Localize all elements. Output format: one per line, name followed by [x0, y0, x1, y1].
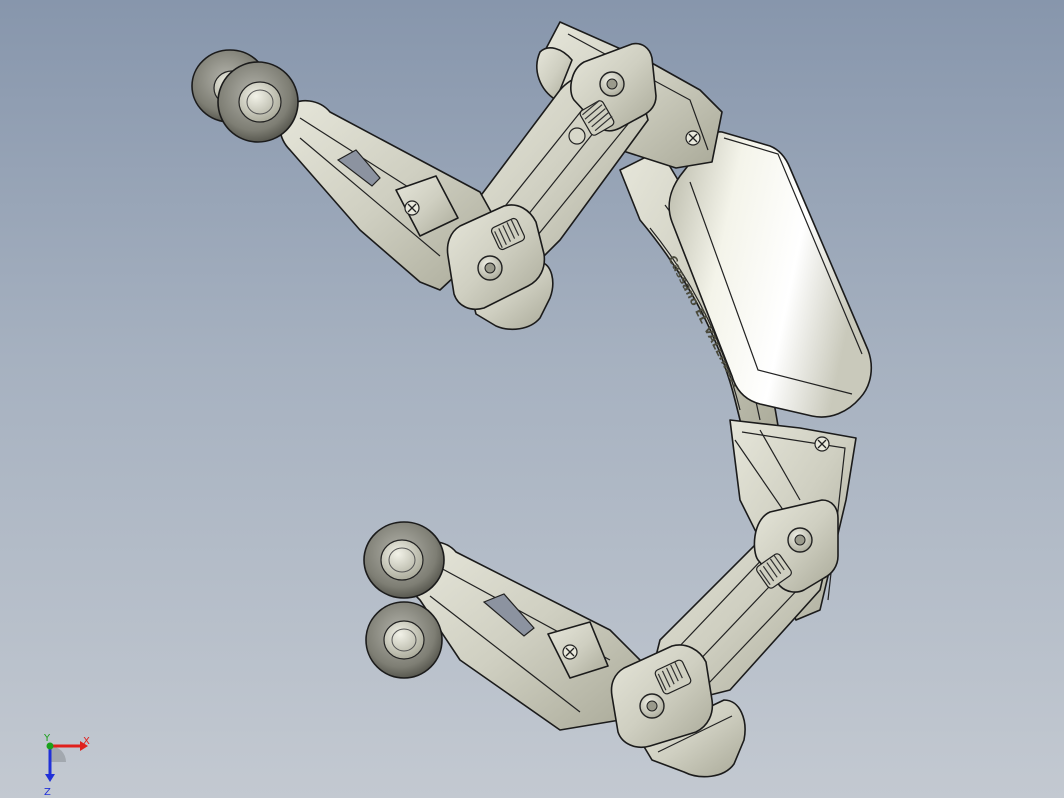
lower-upper-wheel[interactable]	[363, 521, 445, 599]
model-view[interactable]: Cassano EL VALLINATI X Y Z	[0, 0, 1064, 798]
x-axis-label: X	[83, 736, 90, 747]
z-axis-label: Z	[44, 787, 51, 798]
upper-front-wheel[interactable]	[217, 61, 299, 143]
lower-lower-wheel[interactable]	[365, 601, 443, 679]
axis-triad: X Y Z	[43, 733, 90, 798]
battery-pack[interactable]	[668, 131, 873, 418]
cad-viewport[interactable]: Cassano EL VALLINATI X Y Z	[0, 0, 1064, 798]
y-axis-label: Y	[43, 733, 51, 744]
